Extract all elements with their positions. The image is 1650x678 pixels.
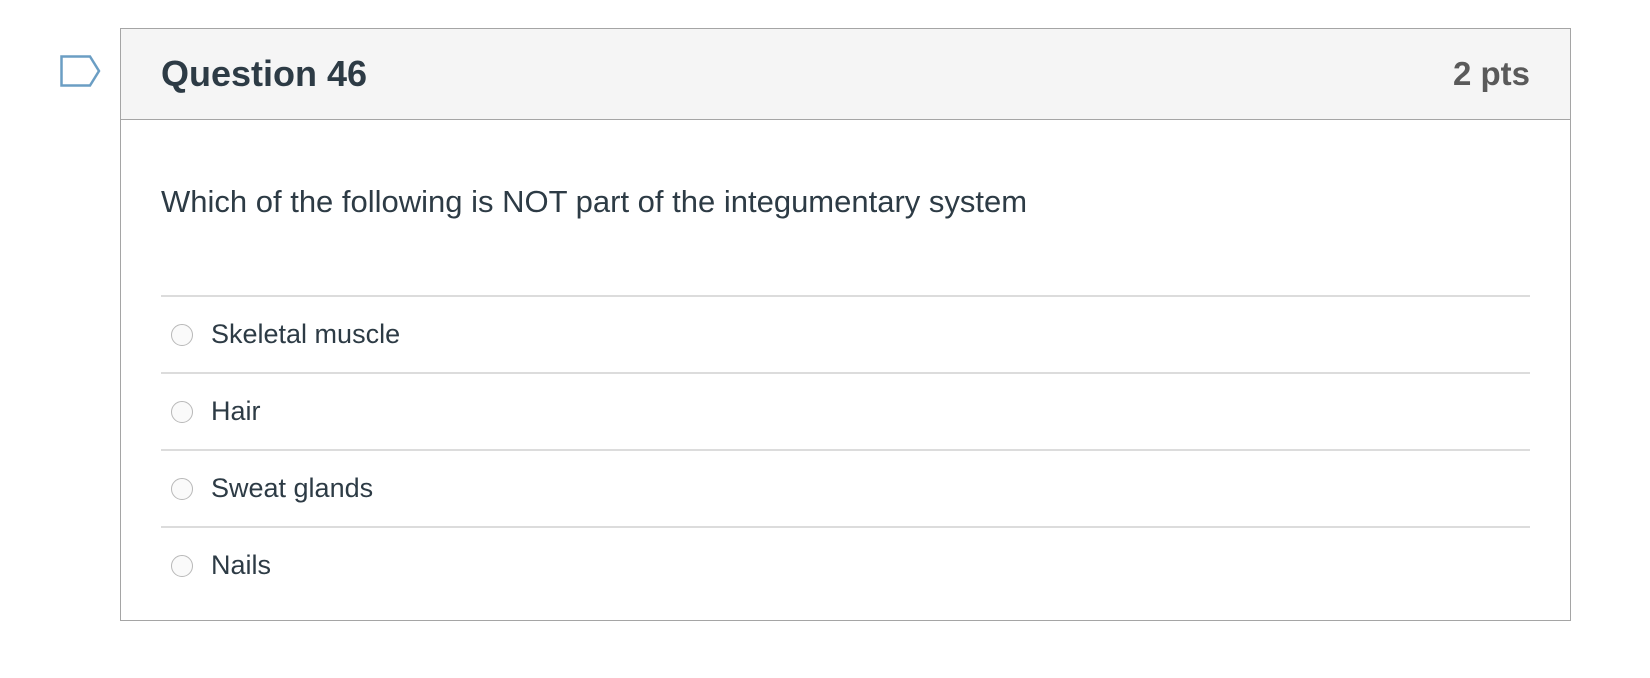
answer-option[interactable]: Sweat glands	[161, 451, 1530, 528]
answer-label: Skeletal muscle	[211, 319, 401, 349]
answer-option[interactable]: Hair	[161, 374, 1530, 451]
question-text: Which of the following is NOT part of th…	[161, 184, 1028, 219]
answer-label: Sweat glands	[211, 473, 374, 503]
answer-option[interactable]: Skeletal muscle	[161, 297, 1530, 374]
question-card: Question 46 2 pts Which of the following…	[120, 28, 1571, 621]
answer-list: Skeletal muscle Hair Sweat glands Nails	[161, 295, 1530, 603]
radio-button[interactable]	[171, 400, 193, 423]
answer-label: Hair	[211, 396, 261, 426]
question-header: Question 46 2 pts	[121, 29, 1570, 120]
question-points: 2 pts	[1452, 55, 1530, 92]
answer-label: Nails	[211, 550, 272, 580]
question-body: Which of the following is NOT part of th…	[121, 120, 1570, 603]
answer-option[interactable]: Nails	[161, 528, 1530, 603]
radio-button[interactable]	[171, 323, 193, 346]
radio-button[interactable]	[171, 554, 193, 577]
flag-question-icon[interactable]	[60, 55, 102, 87]
radio-button[interactable]	[171, 477, 193, 500]
question-title: Question 46	[161, 53, 368, 94]
